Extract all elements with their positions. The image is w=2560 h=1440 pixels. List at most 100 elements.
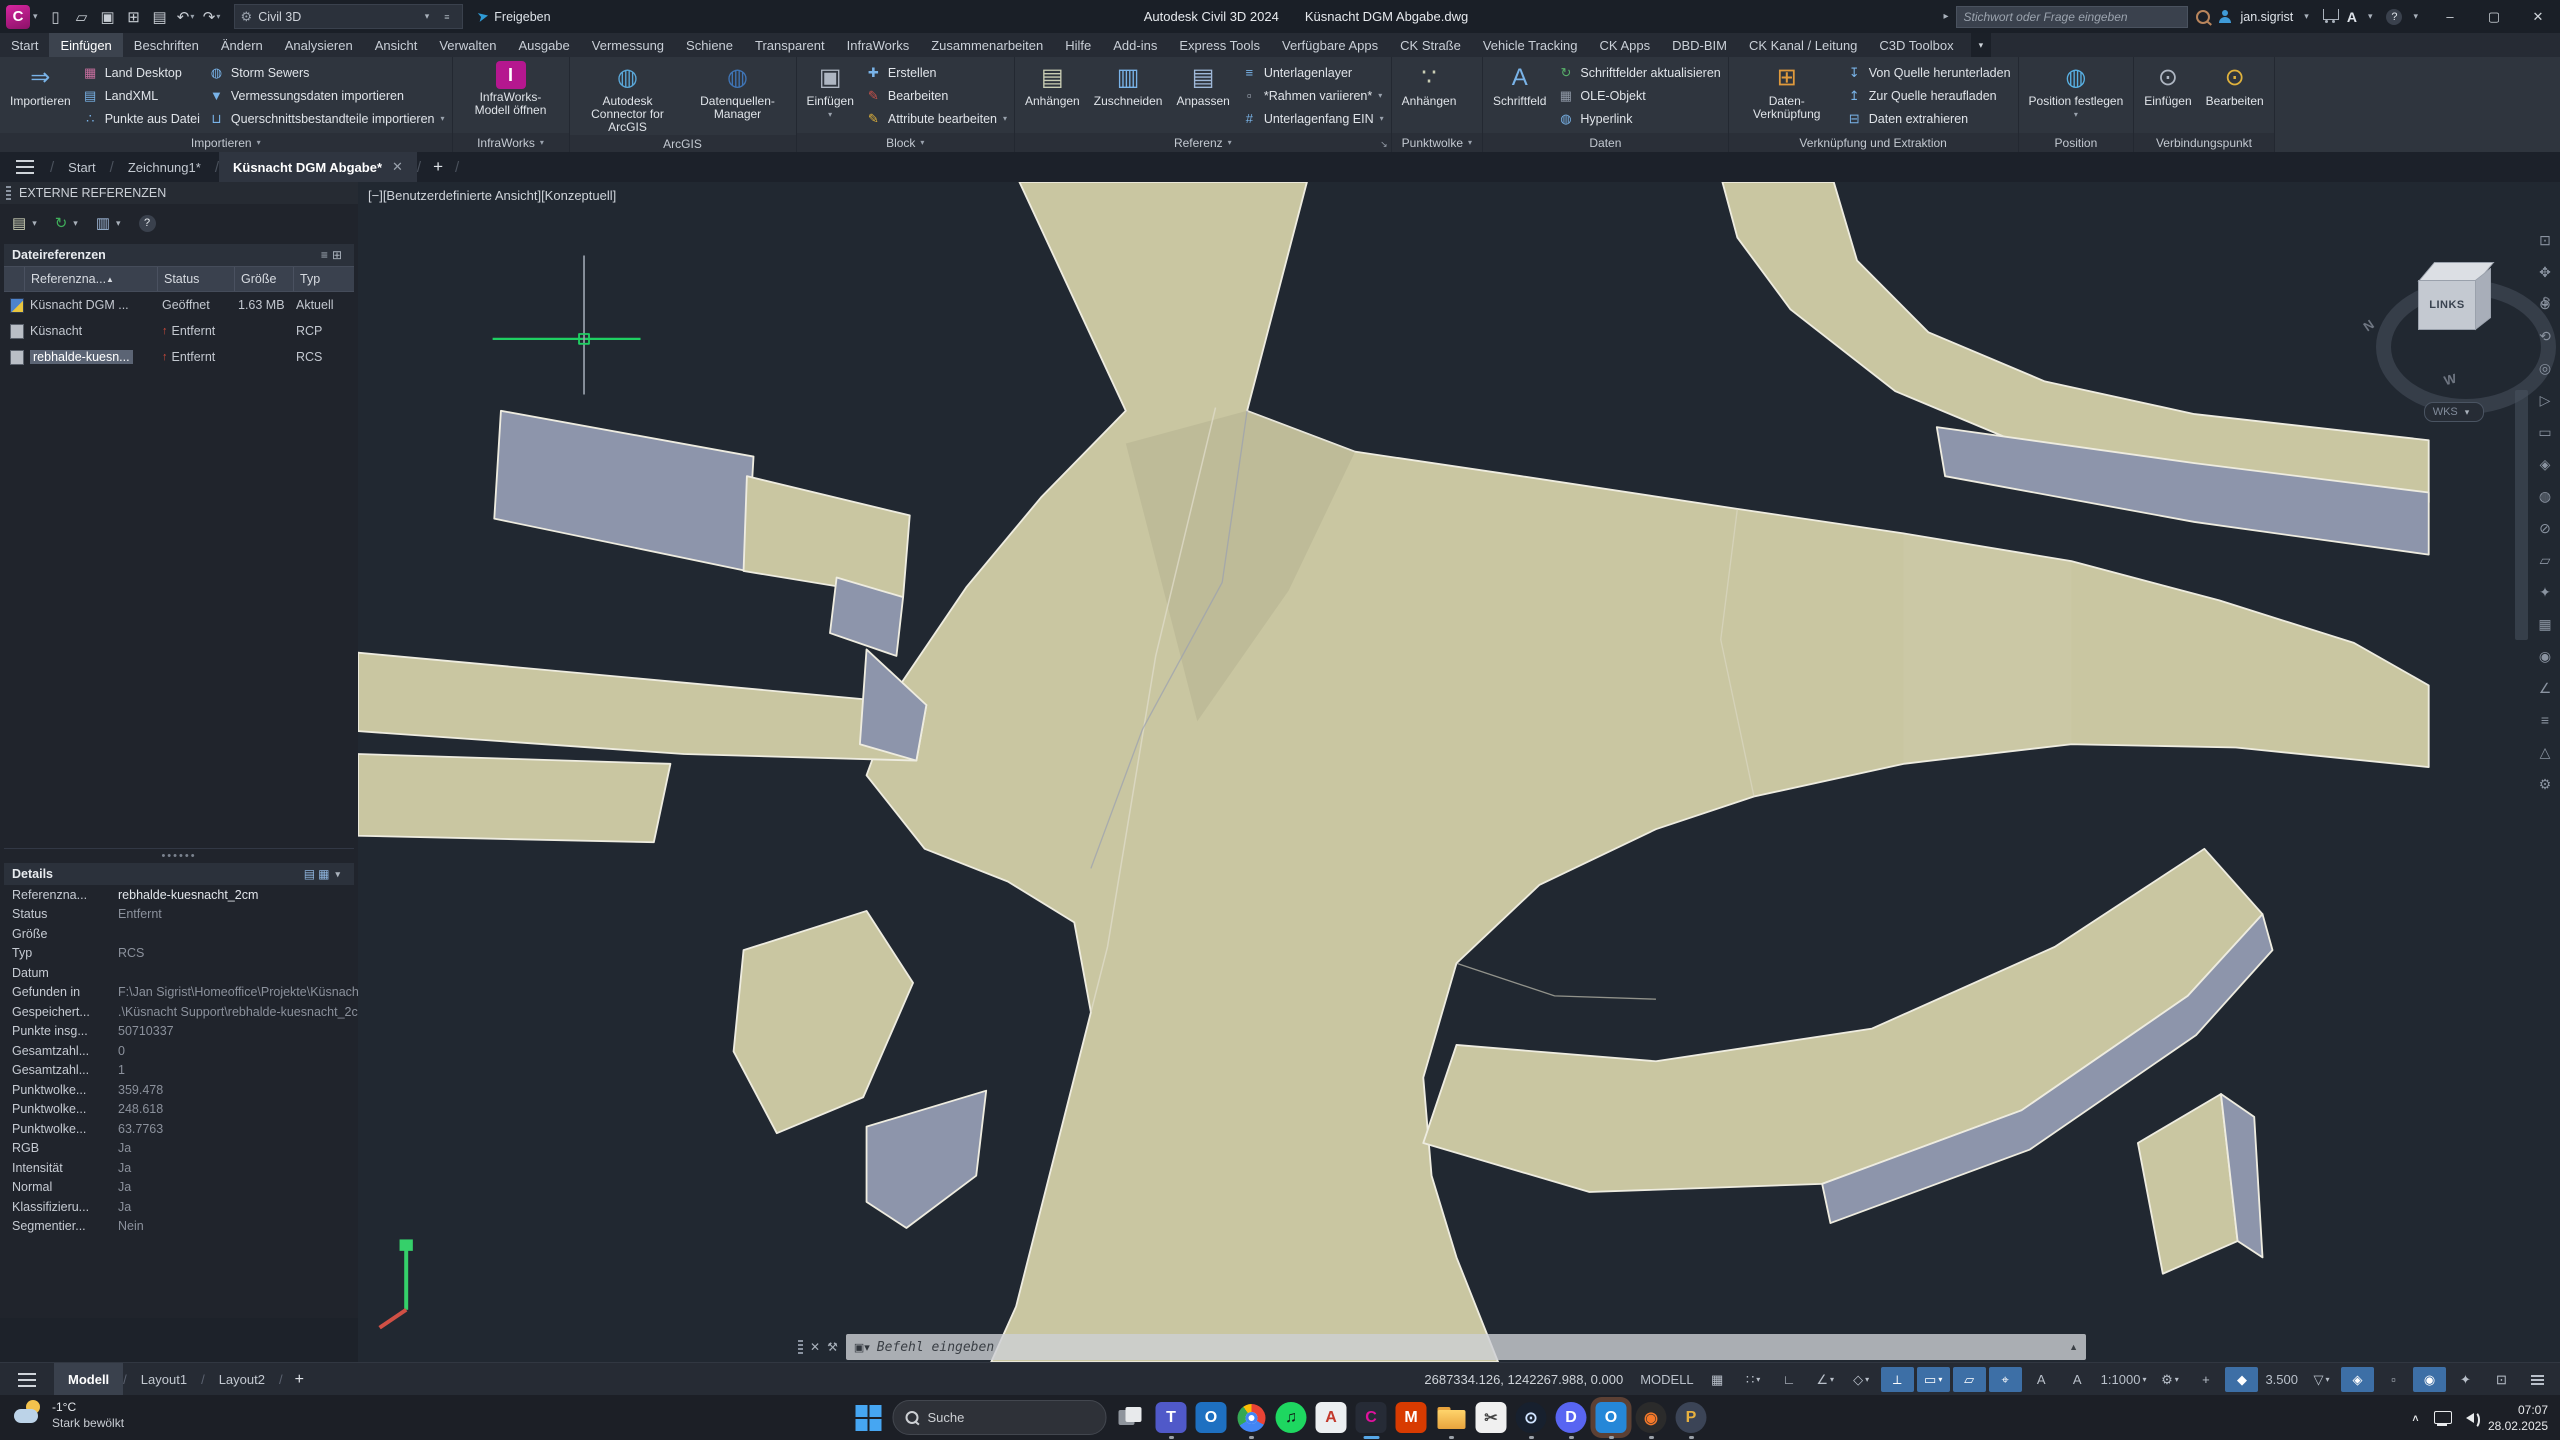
palette-grip-icon[interactable]	[6, 186, 11, 200]
schriftfeld-button[interactable]: ASchriftfeld	[1490, 60, 1549, 109]
clock[interactable]: 07:07 28.02.2025	[2488, 1402, 2548, 1434]
collapse-search-icon[interactable]: ▸	[1943, 11, 1948, 22]
ribbon-tab-ck-kanal-leitung[interactable]: CK Kanal / Leitung	[1738, 33, 1868, 57]
help-icon[interactable]: ?	[2386, 9, 2402, 25]
ribbon-tab-zusammenarbeiten[interactable]: Zusammenarbeiten	[920, 33, 1054, 57]
details-caret-icon[interactable]: ▾	[335, 869, 340, 880]
plot-button[interactable]: ⊞	[122, 5, 146, 29]
isolate-objects-toggle[interactable]: ◆	[2225, 1367, 2258, 1392]
close-button[interactable]: ✕	[2520, 3, 2556, 31]
steering-wheel-icon[interactable]: ◎	[2534, 356, 2556, 380]
ribbon-collapse-button[interactable]: ▾	[1971, 33, 1992, 57]
zur-quelle-heraufladen-button[interactable]: ↥Zur Quelle heraufladen	[1846, 84, 2011, 107]
command-options-icon[interactable]: ▣▾	[854, 1341, 870, 1354]
ribbon-tab-vehicle-tracking[interactable]: Vehicle Tracking	[1472, 33, 1589, 57]
viewport-lock-icon[interactable]: ▭	[2534, 420, 2556, 444]
attribute-bearbeiten-button[interactable]: ✎Attribute bearbeiten▾	[865, 107, 1007, 130]
graphics-performance-toggle[interactable]: ◉	[2413, 1367, 2446, 1392]
palette-splitter[interactable]: ••••••	[4, 848, 354, 863]
taskbar-app-civil3d[interactable]: C	[1356, 1402, 1387, 1433]
panel-title[interactable]: Referenz▾↘	[1015, 133, 1391, 152]
taskbar-app-spotify[interactable]: ♫	[1276, 1402, 1307, 1433]
panel-title[interactable]: Daten	[1483, 133, 1728, 152]
viewport-controls-label[interactable]: [−][Benutzerdefinierte Ansicht][Konzeptu…	[368, 188, 616, 203]
attach-reference-button[interactable]: ▤▾	[8, 212, 47, 234]
layout-tabs-menu-button[interactable]	[0, 1379, 54, 1381]
taskbar-app-steam[interactable]: ⊙	[1516, 1402, 1547, 1433]
ribbon-tab-ck-stra-e[interactable]: CK Straße	[1389, 33, 1472, 57]
materials-icon[interactable]: ▦	[2534, 612, 2556, 636]
bearbeiten-button[interactable]: ⊙Bearbeiten	[2203, 60, 2267, 109]
camera-icon[interactable]: ▱	[2534, 548, 2556, 572]
user-avatar-icon[interactable]	[2218, 10, 2232, 24]
taskbar-app-task-view[interactable]	[1116, 1402, 1147, 1433]
column-header-2[interactable]: Status	[158, 267, 235, 291]
sun-status-icon[interactable]: ✦	[2534, 580, 2556, 604]
ribbon-tab-express-tools[interactable]: Express Tools	[1168, 33, 1271, 57]
einf-gen-button[interactable]: ▣Einfügen▾	[804, 60, 857, 122]
quick-properties-toggle[interactable]: ◈	[2341, 1367, 2374, 1392]
erstellen-button[interactable]: ✚Erstellen	[865, 61, 1007, 84]
ribbon-tab-start[interactable]: Start	[0, 33, 49, 57]
ribbon-tab-verf-gbare-apps[interactable]: Verfügbare Apps	[1271, 33, 1389, 57]
drawing-tab-1[interactable]: Start	[54, 152, 109, 182]
panel-title[interactable]: Position	[2019, 133, 2134, 152]
infraworks-modell-ffnen-button[interactable]: IInfraWorks-Modell öffnen	[460, 60, 562, 118]
volume-icon[interactable]	[2466, 1413, 2474, 1423]
schriftfelder-aktualisieren-button[interactable]: ↻Schriftfelder aktualisieren	[1557, 61, 1720, 84]
ribbon-tab-einf-gen[interactable]: Einfügen	[49, 33, 122, 57]
panel-title[interactable]: Block▾	[797, 133, 1015, 152]
help-button[interactable]: ?	[135, 213, 160, 234]
clean-screen-toggle[interactable]: ⊡	[2485, 1367, 2518, 1392]
new-file-button[interactable]: ▯	[44, 5, 68, 29]
minimize-button[interactable]: –	[2432, 3, 2468, 31]
details-text-view-icon[interactable]: ▤	[304, 867, 318, 881]
position-festlegen-button[interactable]: ◍Position festlegen▾	[2026, 60, 2127, 122]
view-controls-icon[interactable]: ◈	[2534, 452, 2556, 476]
object-snap-toggle[interactable]: ▭▾	[1917, 1367, 1950, 1392]
ribbon-tab-ck-apps[interactable]: CK Apps	[1589, 33, 1662, 57]
taskbar-app-outlook-new[interactable]: O	[1596, 1402, 1627, 1433]
landxml-button[interactable]: ▤LandXML	[82, 84, 200, 107]
panel-title[interactable]: InfraWorks▾	[453, 133, 569, 152]
ribbon-tab-ansicht[interactable]: Ansicht	[364, 33, 429, 57]
annotation-monitor-icon[interactable]: A	[2025, 1367, 2058, 1392]
taskbar-app-microsoft-365[interactable]: M	[1396, 1402, 1427, 1433]
von-quelle-herunterladen-button[interactable]: ↧Von Quelle herunterladen	[1846, 61, 2011, 84]
dialog-launcher-icon[interactable]: ↘	[1380, 139, 1388, 150]
layout-tab-modell[interactable]: Modell	[54, 1363, 123, 1396]
reference-row[interactable]: Küsnacht↑EntferntRCP	[4, 318, 354, 344]
ribbon-tab-add-ins[interactable]: Add-ins	[1102, 33, 1168, 57]
viewcube-front-face[interactable]: LINKS	[2418, 280, 2476, 330]
taskbar-app-snipping-tool[interactable]: ✂	[1476, 1402, 1507, 1433]
ribbon-tab-infraworks[interactable]: InfraWorks	[836, 33, 921, 57]
details-preview-icon[interactable]: ▦	[318, 867, 332, 881]
dropdown-caret-icon[interactable]: ▾	[190, 12, 194, 21]
taskbar-app-chrome[interactable]	[1236, 1402, 1267, 1433]
ortho-toggle[interactable]: ∟	[1773, 1367, 1806, 1392]
annotation-scale-view-icon[interactable]: △	[2534, 740, 2556, 764]
datenquellen-manager-button[interactable]: ◍Datenquellen-Manager	[687, 60, 789, 122]
ribbon-tab-vermessung[interactable]: Vermessung	[581, 33, 675, 57]
storm-sewers-button[interactable]: ◍Storm Sewers	[208, 61, 445, 84]
tray-overflow-icon[interactable]: ∧	[2411, 1412, 2420, 1423]
taskbar-app-discord[interactable]: D	[1556, 1402, 1587, 1433]
annotation-scale[interactable]: 1:1000▾	[2097, 1367, 2151, 1392]
grid-display-toggle[interactable]: ▦	[1701, 1367, 1734, 1392]
land-desktop-button[interactable]: ▦Land Desktop	[82, 61, 200, 84]
command-grip-icon[interactable]	[798, 1340, 803, 1354]
open-file-button[interactable]: ▱	[70, 5, 94, 29]
drawing-tab-2[interactable]: Zeichnung1*	[114, 152, 215, 182]
user-caret-icon[interactable]: ▾	[2304, 11, 2309, 22]
ribbon-tab-beschriften[interactable]: Beschriften	[123, 33, 210, 57]
command-close-icon[interactable]: ✕	[810, 1340, 820, 1354]
ribbon-tab-schiene[interactable]: Schiene	[675, 33, 744, 57]
save-button[interactable]: ▣	[96, 5, 120, 29]
punkte-aus-datei-button[interactable]: ∴Punkte aus Datei	[82, 107, 200, 130]
palette-header[interactable]: EXTERNE REFERENZEN	[0, 182, 358, 204]
unterlagenfang-ein-button[interactable]: #Unterlagenfang EIN▾	[1241, 107, 1384, 130]
zuschneiden-button[interactable]: ▥Zuschneiden	[1091, 60, 1166, 109]
selection-cycling-toggle[interactable]: ▫	[2377, 1367, 2410, 1392]
importieren-button[interactable]: ⇒Importieren	[7, 60, 74, 109]
taskbar-app-teams[interactable]: T	[1156, 1402, 1187, 1433]
